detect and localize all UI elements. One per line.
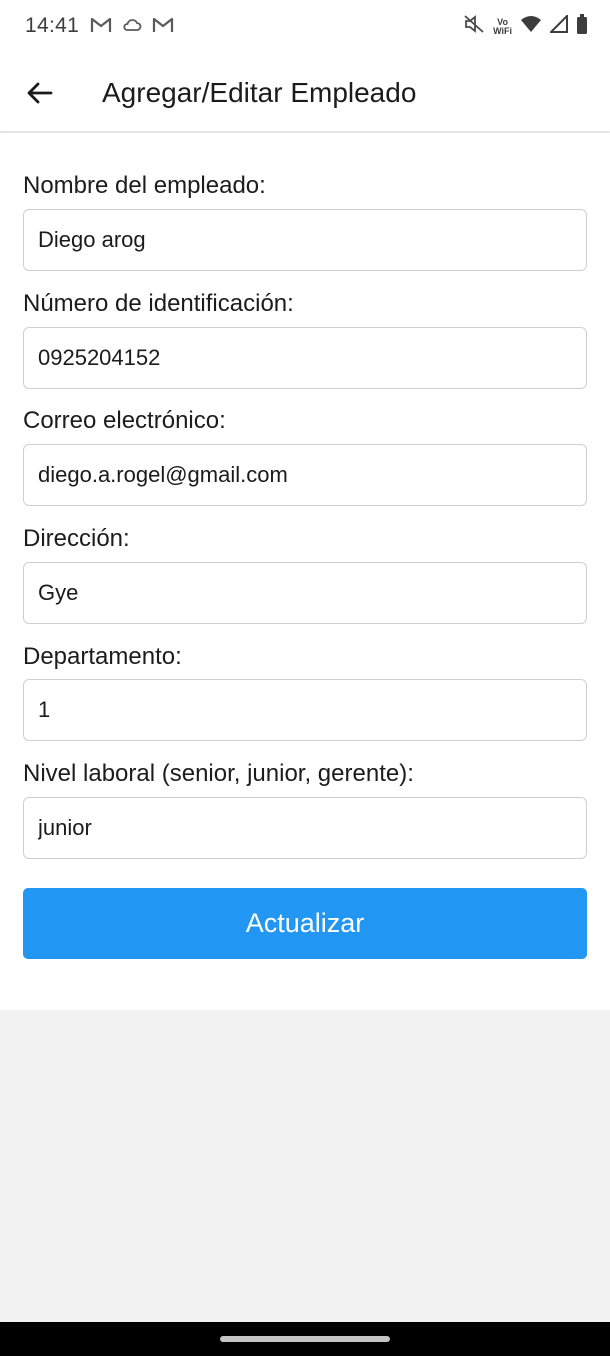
home-gesture-handle[interactable] <box>220 1336 390 1342</box>
vowifi-icon: Vo WiFi <box>493 17 512 36</box>
gmail-icon <box>152 16 174 39</box>
gmail-icon <box>90 16 112 39</box>
status-time: 14:41 <box>25 14 80 37</box>
mute-icon <box>463 14 485 39</box>
email-field[interactable] <box>23 444 587 506</box>
id-number-field[interactable] <box>23 327 587 389</box>
job-level-field[interactable] <box>23 797 587 859</box>
department-label: Departamento: <box>23 643 182 670</box>
address-label: Dirección: <box>23 525 130 552</box>
employee-form: Nombre del empleado: Número de identific… <box>0 133 610 1010</box>
department-field[interactable] <box>23 679 587 741</box>
vowifi-label-bottom: WiFi <box>493 25 512 36</box>
update-button[interactable]: Actualizar <box>23 888 587 959</box>
cloud-icon <box>122 17 142 38</box>
navigation-bar <box>0 1322 610 1356</box>
employee-name-label: Nombre del empleado: <box>23 172 266 199</box>
address-field[interactable] <box>23 562 587 624</box>
status-right-icons: Vo WiFi <box>463 13 588 39</box>
status-bar: 14:41 Vo WiFi <box>0 0 610 56</box>
id-number-label: Número de identificación: <box>23 290 294 317</box>
back-button[interactable] <box>20 76 58 114</box>
wifi-icon <box>520 15 542 38</box>
battery-icon <box>576 14 588 39</box>
app-bar: Agregar/Editar Empleado <box>0 56 610 132</box>
email-label: Correo electrónico: <box>23 407 226 434</box>
signal-icon <box>548 13 568 38</box>
page-title: Agregar/Editar Empleado <box>102 77 417 108</box>
status-left-icons <box>90 16 174 39</box>
arrow-left-icon <box>25 81 53 110</box>
employee-name-field[interactable] <box>23 209 587 271</box>
job-level-label: Nivel laboral (senior, junior, gerente): <box>23 760 414 787</box>
